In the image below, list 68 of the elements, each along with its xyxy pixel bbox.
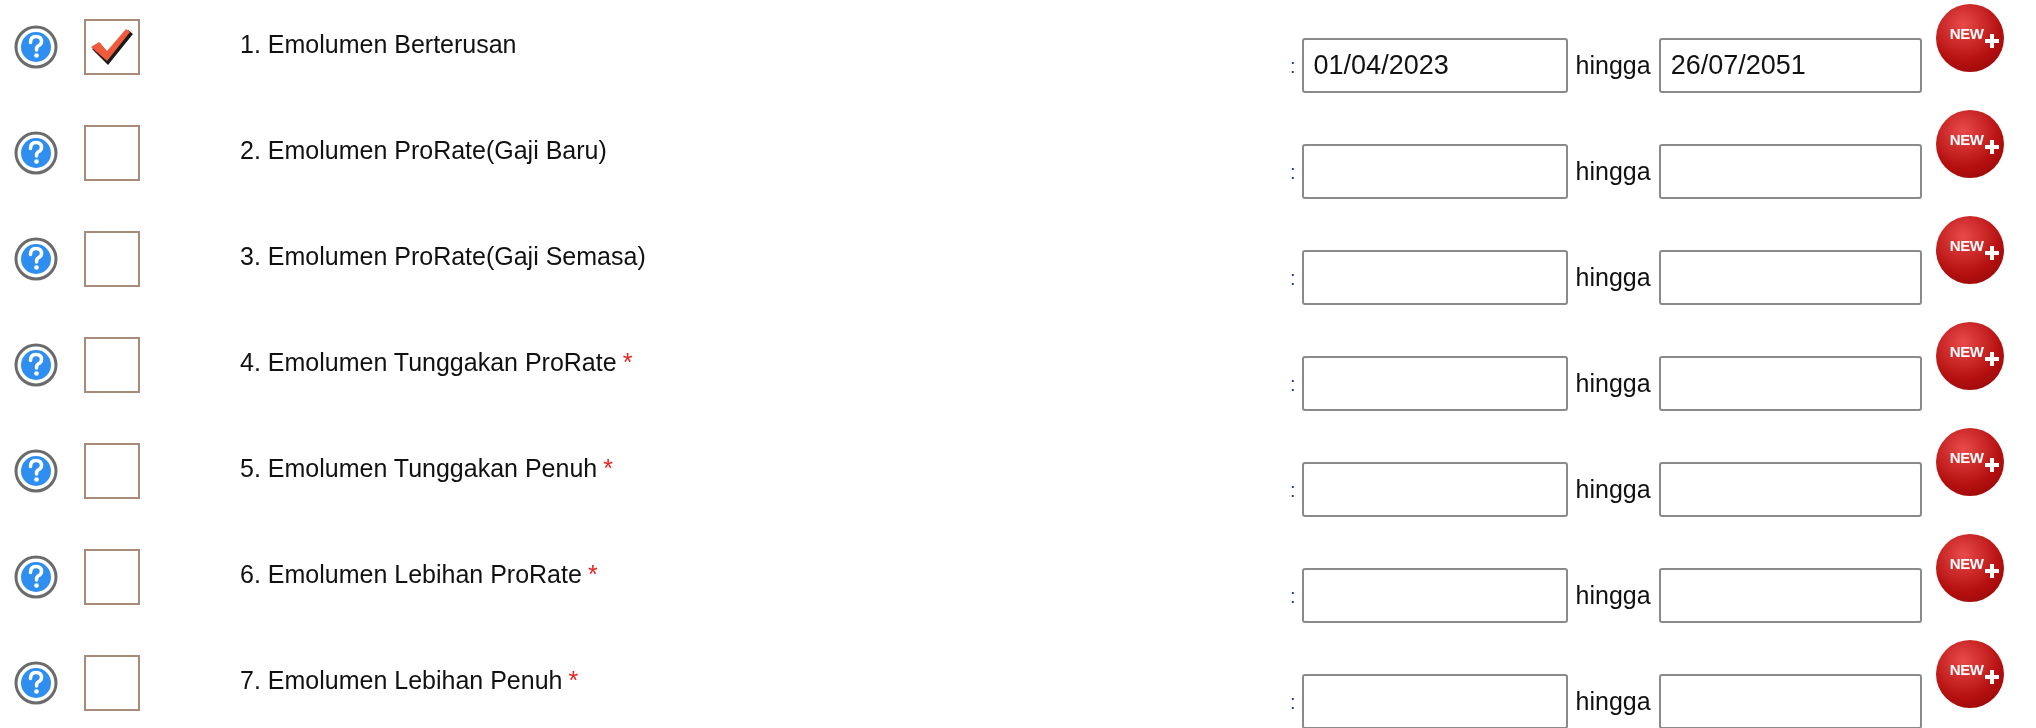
start-date-field[interactable] xyxy=(1301,462,1568,517)
checkbox[interactable] xyxy=(84,443,140,499)
end-date-field[interactable] xyxy=(1658,250,1922,305)
plus-icon xyxy=(1984,458,1999,472)
colon: : xyxy=(1290,53,1296,79)
help-icon[interactable] xyxy=(14,661,58,705)
plus-icon xyxy=(1984,246,1999,260)
colon: : xyxy=(1290,265,1296,291)
checkbox[interactable] xyxy=(84,231,140,287)
plus-icon xyxy=(1984,140,1999,154)
end-date-field[interactable]: 26/07/2051 xyxy=(1658,38,1922,93)
checkbox[interactable] xyxy=(84,125,140,181)
checkmark-icon xyxy=(90,27,134,67)
required-asterisk: * xyxy=(603,454,613,482)
colon: : xyxy=(1290,159,1296,185)
help-icon[interactable] xyxy=(14,343,58,387)
help-icon[interactable] xyxy=(14,555,58,599)
checkbox[interactable] xyxy=(84,19,140,75)
colon: : xyxy=(1290,583,1296,609)
row-label: 4. Emolumen Tunggakan ProRate xyxy=(240,348,617,376)
checkbox[interactable] xyxy=(84,655,140,711)
plus-icon xyxy=(1984,34,1999,48)
new-badge[interactable]: NEW xyxy=(1935,216,2004,284)
new-badge[interactable]: NEW xyxy=(1935,4,2004,72)
help-icon[interactable] xyxy=(14,25,58,69)
required-asterisk: * xyxy=(587,560,598,588)
end-date-field[interactable] xyxy=(1658,674,1922,728)
colon: : xyxy=(1290,371,1296,397)
start-date-field[interactable] xyxy=(1301,674,1568,728)
help-icon[interactable] xyxy=(14,449,58,493)
start-date-field[interactable]: 01/04/2023 xyxy=(1301,38,1568,93)
new-badge[interactable]: NEW xyxy=(1935,534,2004,602)
new-badge[interactable]: NEW xyxy=(1935,322,2004,390)
connector-text: hingga xyxy=(1575,579,1651,611)
plus-icon xyxy=(1984,564,1999,578)
new-badge[interactable]: NEW xyxy=(1935,428,2004,496)
colon: : xyxy=(1290,477,1296,503)
start-date-field[interactable] xyxy=(1301,144,1568,199)
colon: : xyxy=(1290,689,1296,715)
connector-text: hingga xyxy=(1575,155,1651,187)
start-date-field[interactable] xyxy=(1301,250,1568,305)
new-badge[interactable]: NEW xyxy=(1935,640,2004,708)
required-asterisk: * xyxy=(622,348,633,376)
checkbox[interactable] xyxy=(84,549,140,605)
row-label: 6. Emolumen Lebihan ProRate xyxy=(240,560,582,588)
start-date-field[interactable] xyxy=(1301,356,1568,411)
row-label: 5. Emolumen Tunggakan Penuh xyxy=(240,454,598,482)
row-label: 3. Emolumen ProRate(Gaji Semasa) xyxy=(240,242,646,270)
end-date-field[interactable] xyxy=(1658,462,1922,517)
plus-icon xyxy=(1984,670,1999,684)
required-asterisk: * xyxy=(568,666,579,694)
end-date-field[interactable] xyxy=(1658,144,1922,199)
connector-text: hingga xyxy=(1575,685,1651,717)
row-label: 1. Emolumen Berterusan xyxy=(240,30,517,58)
help-icon[interactable] xyxy=(14,131,58,175)
help-icon[interactable] xyxy=(14,237,58,281)
plus-icon xyxy=(1984,352,1999,366)
connector-text: hingga xyxy=(1575,261,1651,293)
row-label: 2. Emolumen ProRate(Gaji Baru) xyxy=(240,136,607,164)
end-date-field[interactable] xyxy=(1658,356,1922,411)
end-date-field[interactable] xyxy=(1658,568,1922,623)
checkbox[interactable] xyxy=(84,337,140,393)
connector-text: hingga xyxy=(1575,367,1651,399)
new-badge[interactable]: NEW xyxy=(1935,110,2004,178)
start-date-field[interactable] xyxy=(1301,568,1568,623)
row-label: 7. Emolumen Lebihan Penuh xyxy=(240,666,563,694)
connector-text: hingga xyxy=(1575,49,1651,81)
connector-text: hingga xyxy=(1575,473,1651,505)
